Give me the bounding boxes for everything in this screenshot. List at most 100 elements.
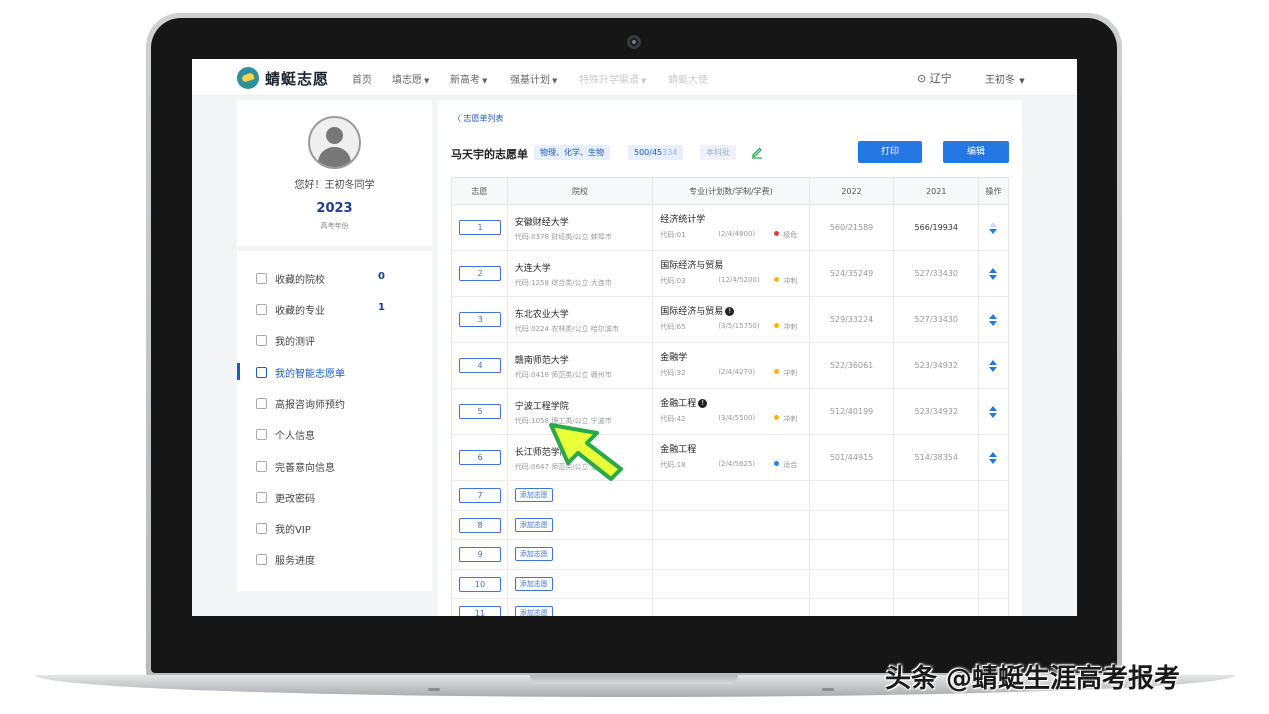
print-button[interactable]: 打印 [858,141,922,163]
score-2021: 523/34932 [914,407,958,416]
sort-up-icon[interactable] [989,268,998,273]
rank-input[interactable]: 8 [459,517,501,533]
rank-cell: 3 [452,297,508,342]
nav-item-label: 蜻蜓大使 [668,75,708,86]
sort-arrows-icon[interactable] [989,360,998,372]
school-name[interactable]: 赣南师范大学 [515,353,569,366]
sidebar-item[interactable]: 更改密码 [256,488,315,506]
major-name[interactable]: 经济统计学 [660,212,705,225]
major-name[interactable]: 金融学 [660,350,687,363]
sort-down-icon[interactable] [989,229,998,234]
sort-arrows-icon[interactable] [989,406,998,418]
sort-arrows-icon[interactable] [989,222,998,234]
rank-input[interactable]: 7 [459,488,501,503]
back-link[interactable]: 〈 志愿单列表 [453,113,504,124]
rank-input[interactable]: 11 [459,606,501,616]
location-selector[interactable]: ⊙ 辽宁 [917,70,952,86]
major-plan: (2/4/5625) [718,460,756,468]
sidebar-item[interactable]: 完善意向信息 [256,457,335,475]
rank-input[interactable]: 2 [459,266,501,281]
major-name[interactable]: 金融工程! [660,396,708,409]
sort-up-icon[interactable] [989,222,998,227]
rank-input[interactable]: 9 [459,547,501,562]
sidebar-item[interactable]: 我的VIP [256,519,311,537]
rank-input[interactable]: 6 [459,450,501,465]
sidebar-item[interactable]: 收藏的专业 [256,300,325,318]
score-2022: 560/21589 [829,223,874,232]
nav-item[interactable]: 首页 [352,71,372,86]
sidebar-item[interactable]: 我的测评 [256,331,315,349]
sort-up-icon[interactable] [989,360,998,365]
nav-item[interactable]: 特殊升学渠道 ▼ [579,71,646,86]
info-icon[interactable]: ! [698,399,708,408]
empty-cell [979,599,1008,616]
major-name[interactable]: 国际经济与贸易 [660,258,723,271]
sort-down-icon[interactable] [989,413,998,418]
avatar[interactable] [308,116,361,169]
nav-item-label: 新高考 [450,75,480,86]
sort-down-icon[interactable] [989,275,998,280]
page-title: 马天宇的志愿单 [451,148,528,161]
sort-up-icon[interactable] [989,406,998,411]
sort-down-icon[interactable] [989,321,998,326]
risk-label: 冲刺 [783,415,798,423]
user-menu[interactable]: 王初冬 ▼ [985,71,1025,86]
add-volunteer-button[interactable]: 添加志愿 [514,606,553,616]
nav-item[interactable]: 蜻蜓大使 [668,71,708,86]
sort-down-icon[interactable] [989,367,998,372]
school-name[interactable]: 大连大学 [515,261,551,274]
rank-input[interactable]: 10 [459,576,501,592]
risk-badge: 冲刺 [774,322,797,332]
nav-item[interactable]: 新高考 ▼ [450,71,487,86]
rank-input[interactable]: 5 [459,404,501,419]
school-name[interactable]: 东北农业大学 [515,307,569,320]
column-header: 专业(计划数/学制/学费) [653,178,810,204]
sort-cell [979,343,1008,388]
empty-cell [653,540,810,569]
major-plan: (12/4/5200) [718,276,760,284]
add-volunteer-button[interactable]: 添加志愿 [514,547,553,561]
sort-arrows-icon[interactable] [989,268,998,280]
sort-cell [979,205,1008,250]
school-name[interactable]: 安徽财经大学 [515,215,569,228]
empty-cell [653,481,810,510]
table-row-empty: 8 添加志愿 [452,510,1008,540]
edit-button[interactable]: 编辑 [943,141,1009,163]
pencil-edit-icon[interactable] [750,145,764,159]
major-name[interactable]: 国际经济与贸易! [660,304,735,317]
rank-input[interactable]: 3 [459,312,501,327]
risk-label: 冲刺 [783,323,798,331]
sidebar-item[interactable]: 高报咨询师预约 [256,394,345,412]
webcam-icon [627,35,641,49]
sidebar-item[interactable]: 收藏的院校 [256,269,325,287]
sort-arrows-icon[interactable] [989,452,998,464]
sidebar-item-count: 1 [378,302,385,313]
sort-down-icon[interactable] [989,459,998,464]
sidebar-item-label: 高报咨询师预约 [275,399,345,411]
rank-input[interactable]: 1 [459,220,501,235]
major-name[interactable]: 金融工程 [660,442,696,455]
add-volunteer-button[interactable]: 添加志愿 [514,517,553,532]
major-name-label: 金融学 [660,353,688,363]
nav-item[interactable]: 填志愿 ▼ [392,71,429,86]
column-header: 院校 [508,178,654,204]
add-volunteer-button[interactable]: 添加志愿 [514,488,553,502]
sidebar-menu: 收藏的院校 0 收藏的专业 1 我的测评 我的智能志愿单 高报咨询师预约 个人信息 完善意向信息… [237,251,432,591]
major-cell: 国际经济与贸易 代码:03 (12/4/5200) 冲刺 [653,251,810,296]
school-name[interactable]: 宁波工程学院 [515,399,569,412]
sidebar-item[interactable]: 个人信息 [256,425,315,443]
location-label: 辽宁 [929,72,952,85]
major-code: 代码:32 [660,369,686,377]
sort-up-icon[interactable] [989,452,998,457]
brand-logo[interactable]: 蜻蜓志愿 [237,67,329,89]
sidebar-item[interactable]: 我的智能志愿单 [256,363,345,381]
nav-item[interactable]: 强基计划 ▼ [510,71,557,86]
sort-arrows-icon[interactable] [989,314,998,326]
rank-input[interactable]: 4 [459,358,501,373]
add-volunteer-button[interactable]: 添加志愿 [514,576,553,591]
info-icon[interactable]: ! [725,307,735,316]
sort-up-icon[interactable] [989,314,998,319]
score-value: 500/45 [634,148,663,157]
risk-dot-icon [774,277,780,282]
sidebar-item[interactable]: 服务进度 [256,550,315,568]
